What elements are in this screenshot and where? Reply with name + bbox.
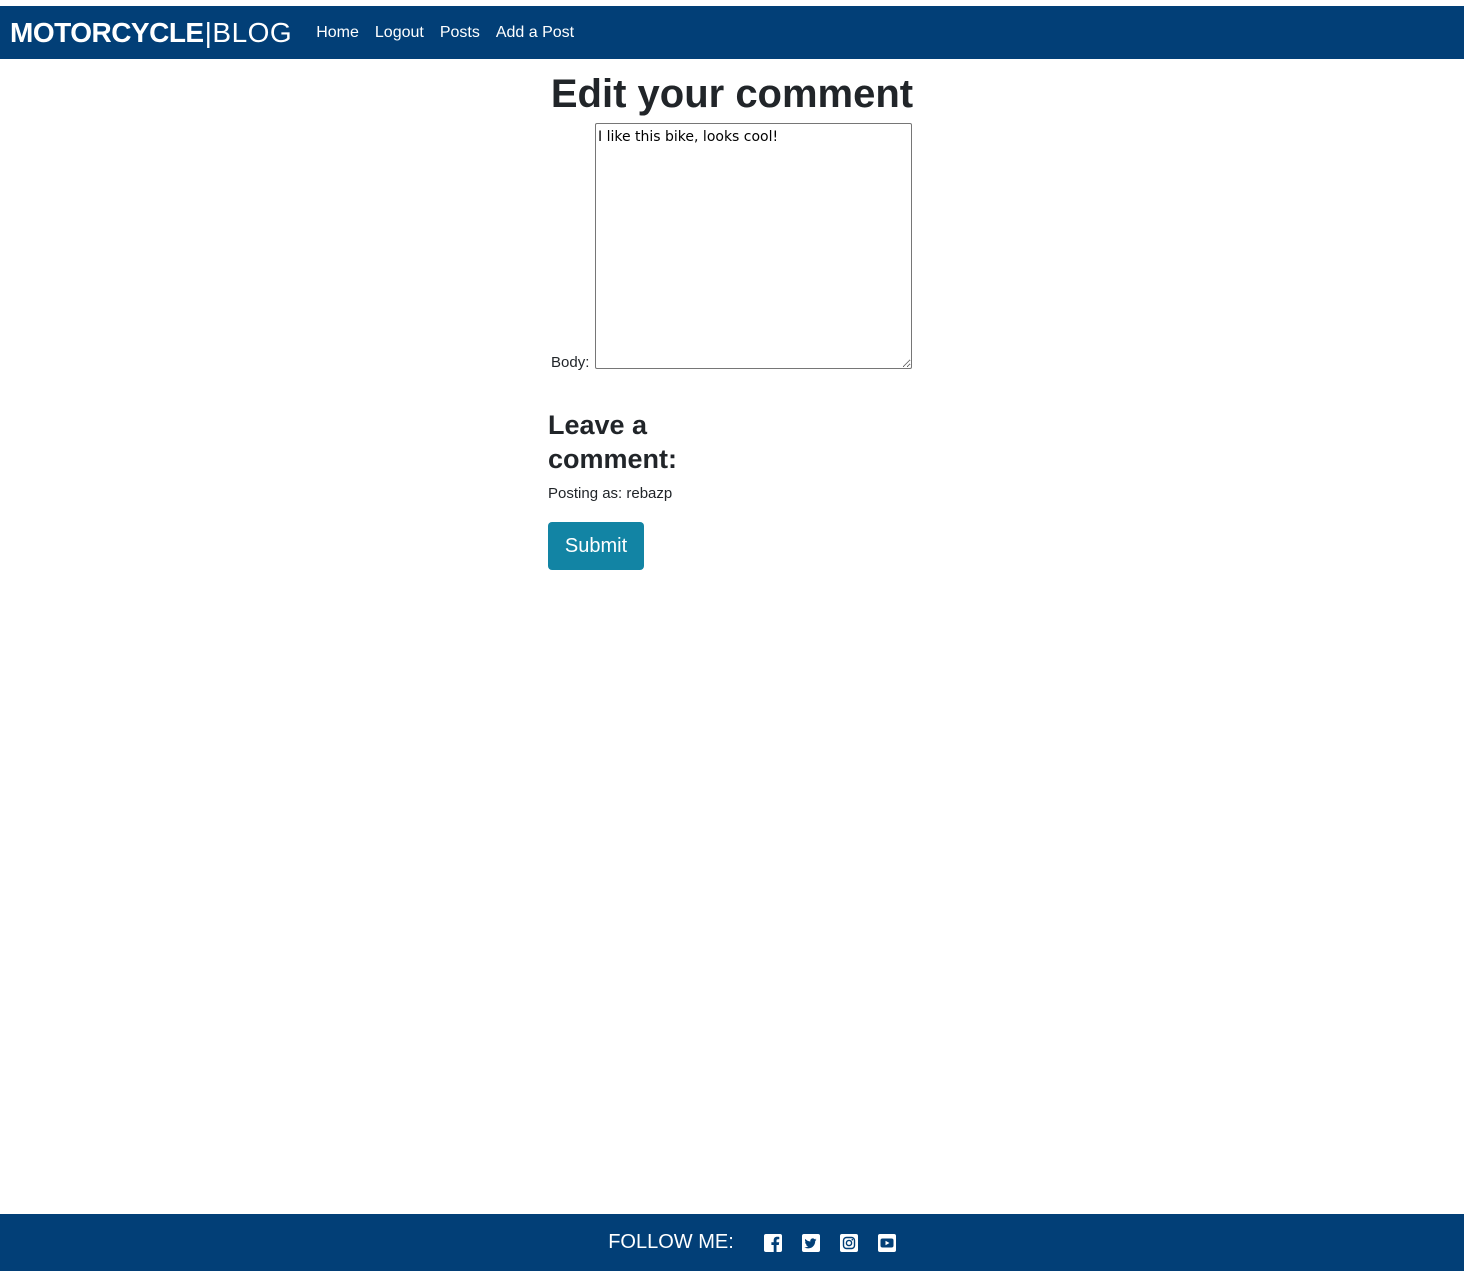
- nav-link-posts[interactable]: Posts: [432, 24, 488, 42]
- leave-comment-heading: Leave a comment:: [548, 410, 678, 474]
- posting-as-text: Posting as: rebazp: [548, 485, 673, 502]
- page-title: Edit your comment: [550, 72, 914, 116]
- brand-logo[interactable]: MOTORCYCLE | BLOG: [10, 16, 293, 48]
- youtube-icon[interactable]: [877, 1233, 896, 1252]
- instagram-icon[interactable]: [839, 1233, 858, 1252]
- footer: FOLLOW ME:: [0, 1214, 1464, 1271]
- brand-separator: |: [204, 16, 212, 48]
- brand-light-text: BLOG: [212, 16, 293, 48]
- submit-button[interactable]: Submit: [548, 522, 644, 570]
- nav-links: Home Logout Posts Add a Post: [308, 24, 582, 42]
- follow-me-label: FOLLOW ME:: [608, 1231, 734, 1253]
- comment-body-textarea[interactable]: I like this bike, looks cool!: [595, 123, 912, 369]
- facebook-icon[interactable]: [763, 1233, 782, 1252]
- body-label: Body:: [551, 354, 590, 371]
- twitter-icon[interactable]: [801, 1233, 820, 1252]
- top-navbar: MOTORCYCLE | BLOG Home Logout Posts Add a …: [0, 6, 1464, 59]
- nav-link-add-post[interactable]: Add a Post: [488, 24, 582, 42]
- nav-link-home[interactable]: Home: [308, 24, 367, 42]
- brand-bold-text: MOTORCYCLE: [10, 16, 204, 48]
- nav-link-logout[interactable]: Logout: [367, 24, 432, 42]
